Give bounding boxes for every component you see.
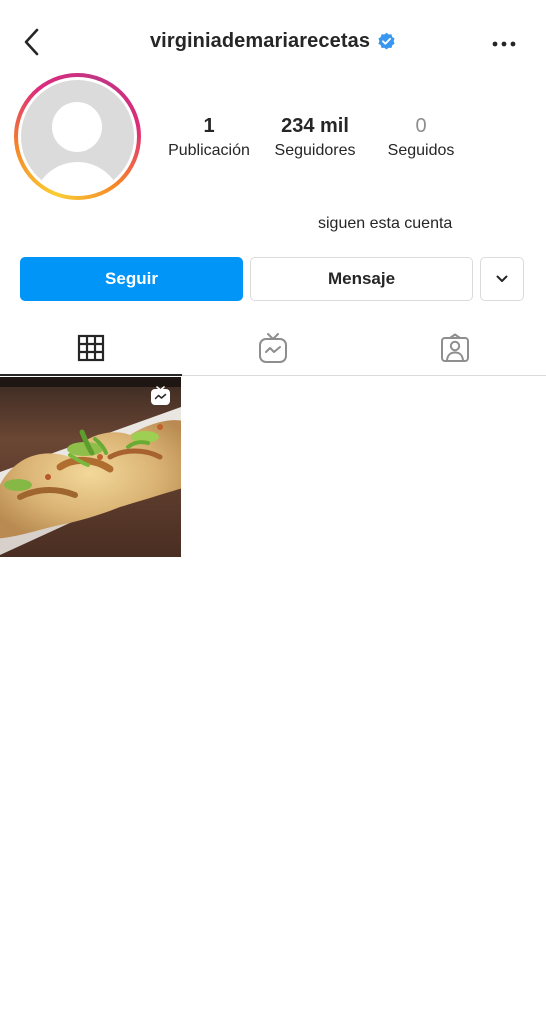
- tab-posts-grid[interactable]: [0, 320, 182, 376]
- profile-tabs: [0, 320, 546, 376]
- post-thumbnail[interactable]: [0, 377, 181, 557]
- default-avatar-icon: [52, 102, 102, 152]
- title-container: virginiademariarecetas: [0, 30, 546, 53]
- following-count: 0: [415, 115, 427, 137]
- message-button[interactable]: Mensaje: [250, 257, 473, 301]
- more-horizontal-icon: [492, 41, 516, 47]
- followed-by-text[interactable]: siguen esta cuenta: [318, 215, 452, 233]
- posts-count: 1: [203, 115, 215, 137]
- active-tab-indicator: [0, 374, 182, 376]
- username-title: virginiademariarecetas: [149, 30, 371, 52]
- verified-badge-icon: [378, 32, 395, 50]
- avatar-story-ring[interactable]: [14, 73, 141, 200]
- profile-page: virginiademariarecetas 1 Publicación 234…: [0, 0, 546, 1024]
- tab-tagged[interactable]: [364, 320, 546, 376]
- suggested-accounts-button[interactable]: [480, 257, 524, 301]
- posts-label: Publicación: [168, 142, 250, 159]
- stat-followers[interactable]: 234 mil Seguidores: [262, 114, 368, 162]
- igtv-badge-icon: [151, 386, 170, 405]
- tagged-icon: [441, 333, 469, 362]
- chevron-down-icon: [496, 275, 508, 282]
- follow-button[interactable]: Seguir: [20, 257, 243, 301]
- more-options-button[interactable]: [486, 30, 522, 58]
- followers-count: 234 mil: [281, 115, 349, 137]
- stat-following[interactable]: 0 Seguidos: [376, 114, 466, 162]
- igtv-icon: [259, 333, 287, 363]
- tab-igtv[interactable]: [182, 320, 364, 376]
- followers-label: Seguidores: [274, 142, 356, 159]
- grid-icon: [77, 334, 105, 362]
- following-label: Seguidos: [387, 142, 455, 159]
- stat-posts[interactable]: 1 Publicación: [160, 114, 258, 162]
- avatar: [21, 80, 134, 193]
